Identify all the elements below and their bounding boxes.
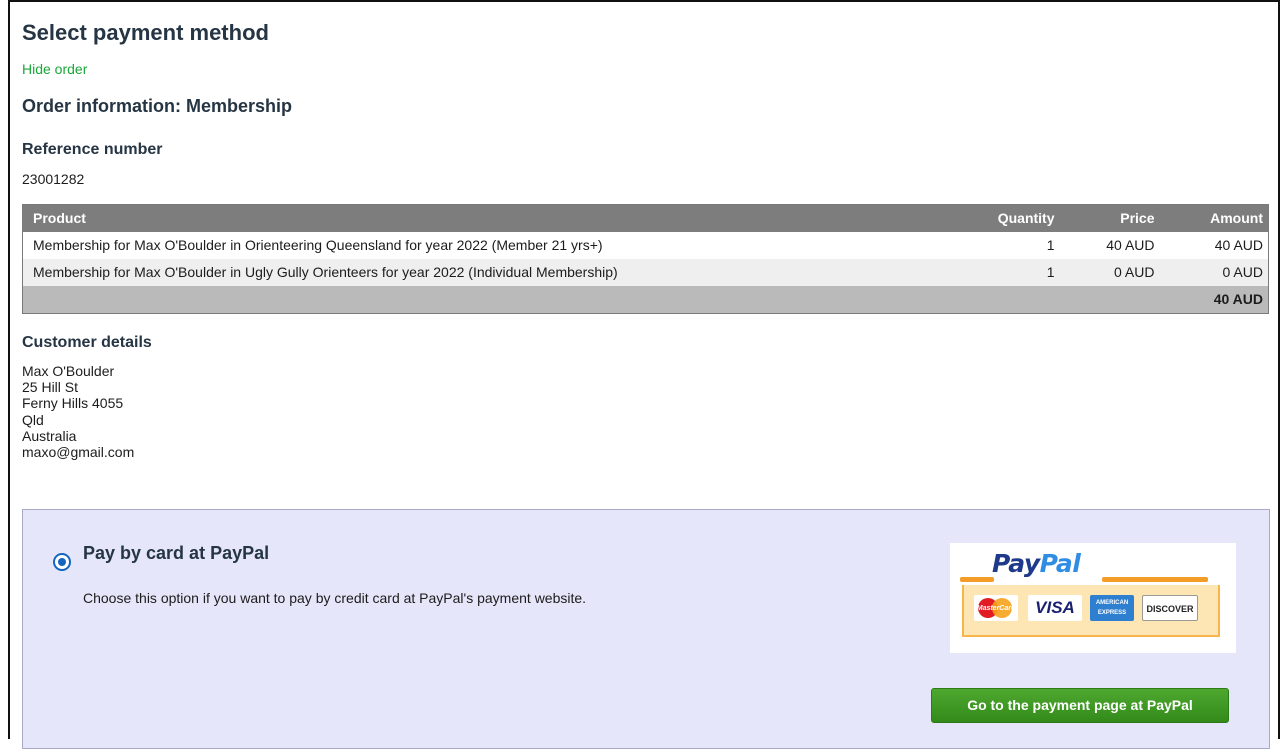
customer-suburb: Ferny Hills 4055 <box>22 395 124 412</box>
column-header-amount: Amount <box>1164 204 1269 232</box>
product-cell: Membership for Max O'Boulder in Orientee… <box>22 231 975 259</box>
amount-cell: 40 AUD <box>1164 231 1269 259</box>
payment-option-paypal[interactable]: Pay by card at PayPal Choose this option… <box>22 509 1270 749</box>
paypal-logo: PayPal MasterCard VISA AMERICAN EXPRESS … <box>950 543 1236 653</box>
wordmark-pay: Pay <box>992 549 1040 578</box>
hide-order-link[interactable]: Hide order <box>22 61 87 77</box>
price-cell: 0 AUD <box>1064 258 1165 286</box>
go-to-paypal-button[interactable]: Go to the payment page at PayPal <box>931 688 1229 723</box>
reference-value: 23001282 <box>22 171 85 187</box>
logo-bar-left <box>960 577 994 582</box>
table-row: Membership for Max O'Boulder in Ugly Gul… <box>22 258 1269 286</box>
total-spacer <box>22 285 975 314</box>
total-amount: 40 AUD <box>1164 285 1269 314</box>
quantity-cell: 1 <box>974 231 1065 259</box>
customer-country: Australia <box>22 427 77 444</box>
quantity-cell: 1 <box>974 258 1065 286</box>
customer-details-label: Customer details <box>22 334 152 351</box>
page-frame: Select payment method Hide order Order i… <box>8 0 1280 749</box>
column-header-quantity: Quantity <box>974 204 1065 232</box>
table-row: Membership for Max O'Boulder in Orientee… <box>22 231 1269 259</box>
card-logos: MasterCard VISA AMERICAN EXPRESS DISCOVE… <box>962 585 1220 637</box>
discover-icon: DISCOVER <box>1142 595 1198 621</box>
customer-email: maxo@gmail.com <box>22 444 135 461</box>
customer-state: Qld <box>22 411 44 428</box>
column-header-price: Price <box>1064 204 1165 232</box>
paypal-wordmark: PayPal <box>992 549 1081 578</box>
price-cell: 40 AUD <box>1064 231 1165 259</box>
amount-cell: 0 AUD <box>1164 258 1269 286</box>
amex-icon: AMERICAN EXPRESS <box>1090 595 1134 621</box>
total-row: 40 AUD <box>22 285 1269 314</box>
reference-label: Reference number <box>22 141 163 158</box>
mastercard-icon: MasterCard <box>974 595 1018 621</box>
customer-details: Max O'Boulder 25 Hill St Ferny Hills 405… <box>22 363 134 460</box>
customer-name: Max O'Boulder <box>22 363 115 379</box>
order-table: Product Quantity Price Amount Membership… <box>22 204 1269 314</box>
product-cell: Membership for Max O'Boulder in Ugly Gul… <box>22 258 975 286</box>
table-header-row: Product Quantity Price Amount <box>22 204 1269 232</box>
wordmark-pal: Pal <box>1039 549 1081 578</box>
customer-street: 25 Hill St <box>22 379 79 396</box>
visa-icon: VISA <box>1028 595 1082 621</box>
order-heading: Order information: Membership <box>22 96 293 116</box>
payment-option-title: Pay by card at PayPal <box>83 543 270 563</box>
column-header-product: Product <box>22 204 975 232</box>
page-title: Select payment method <box>22 20 269 45</box>
total-spacer <box>974 285 1065 314</box>
total-spacer <box>1064 285 1165 314</box>
logo-bar-right <box>1102 577 1208 582</box>
paypal-radio[interactable] <box>53 553 71 571</box>
payment-option-description: Choose this option if you want to pay by… <box>83 590 587 606</box>
